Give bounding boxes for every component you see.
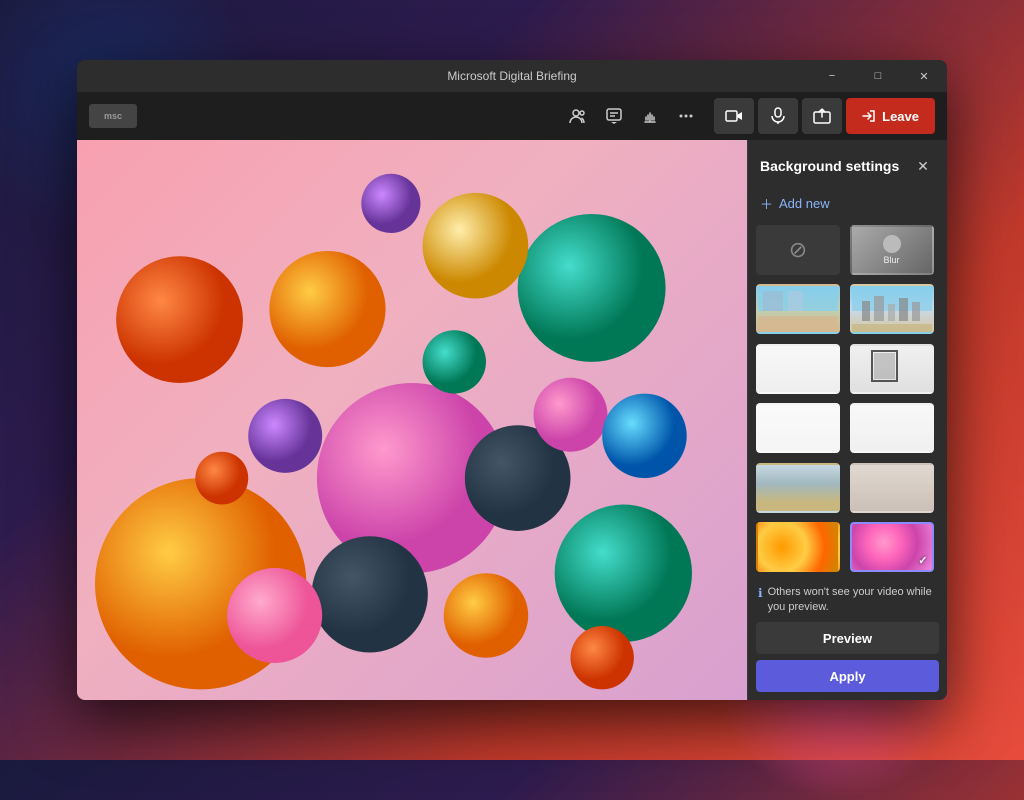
bg-option-none[interactable]: ⊘: [756, 225, 840, 275]
blur-label: Blur: [883, 255, 899, 265]
background-grid: ⊘ Blur: [748, 225, 947, 577]
background-settings-panel: Background settings ✕ ＋ Add new ⊘ Blur: [747, 140, 947, 700]
bg-option-office1[interactable]: [756, 284, 840, 334]
app-window: Microsoft Digital Briefing − □ ✕ msc: [77, 60, 947, 700]
minimize-button[interactable]: −: [809, 60, 855, 92]
panel-close-button[interactable]: ✕: [911, 154, 935, 178]
bg-option-curtain[interactable]: [850, 463, 934, 513]
raise-hand-icon[interactable]: [634, 100, 666, 132]
close-button[interactable]: ✕: [901, 60, 947, 92]
city-illustration: [852, 286, 934, 334]
main-content: Background settings ✕ ＋ Add new ⊘ Blur: [77, 140, 947, 700]
window-title: Microsoft Digital Briefing: [447, 69, 576, 83]
info-label: Others won't see your video while you pr…: [768, 585, 937, 614]
blur-person-icon: [883, 235, 901, 253]
people-icon[interactable]: [562, 100, 594, 132]
toolbar: msc: [77, 92, 947, 140]
panel-bottom: ℹ Others won't see your video while you …: [748, 577, 947, 700]
mic-button[interactable]: [758, 98, 798, 134]
bg-option-white-minimal[interactable]: [756, 403, 840, 453]
bg-option-blur[interactable]: Blur: [850, 225, 934, 275]
bg-option-modern-office[interactable]: [756, 463, 840, 513]
preview-button[interactable]: Preview: [756, 622, 939, 654]
bg-option-balls-orange[interactable]: [756, 522, 840, 572]
chat-icon[interactable]: [598, 100, 630, 132]
toolbar-icons: [562, 100, 702, 132]
bg-option-city[interactable]: [850, 284, 934, 334]
none-icon: ⊘: [789, 237, 807, 263]
video-area: [77, 140, 747, 700]
add-icon: ＋: [760, 194, 773, 213]
title-bar: Microsoft Digital Briefing − □ ✕: [77, 60, 947, 92]
bg-option-white-room[interactable]: [756, 344, 840, 394]
share-screen-button[interactable]: [802, 98, 842, 134]
video-background: [77, 140, 747, 700]
panel-title: Background settings: [760, 158, 899, 174]
bg-option-balls-pink[interactable]: [850, 522, 934, 572]
camera-button[interactable]: [714, 98, 754, 134]
meeting-controls: Leave: [714, 98, 935, 134]
office1-illustration: [758, 286, 840, 334]
info-icon: ℹ: [758, 586, 763, 600]
window-controls: − □ ✕: [809, 60, 947, 92]
add-new-label: Add new: [779, 196, 830, 211]
balls-visualization: [77, 140, 747, 700]
leave-label: Leave: [882, 109, 919, 124]
app-logo: msc: [89, 104, 137, 128]
more-options-icon[interactable]: [670, 100, 702, 132]
maximize-button[interactable]: □: [855, 60, 901, 92]
bg-option-framed[interactable]: [850, 344, 934, 394]
add-new-button[interactable]: ＋ Add new: [748, 188, 947, 225]
info-text-container: ℹ Others won't see your video while you …: [756, 585, 939, 614]
desktop-background: Microsoft Digital Briefing − □ ✕ msc: [0, 0, 1024, 760]
panel-header: Background settings ✕: [748, 140, 947, 188]
bg-option-white-wall[interactable]: [850, 403, 934, 453]
leave-button[interactable]: Leave: [846, 98, 935, 134]
apply-button[interactable]: Apply: [756, 660, 939, 692]
framed-illustration: [852, 346, 934, 394]
